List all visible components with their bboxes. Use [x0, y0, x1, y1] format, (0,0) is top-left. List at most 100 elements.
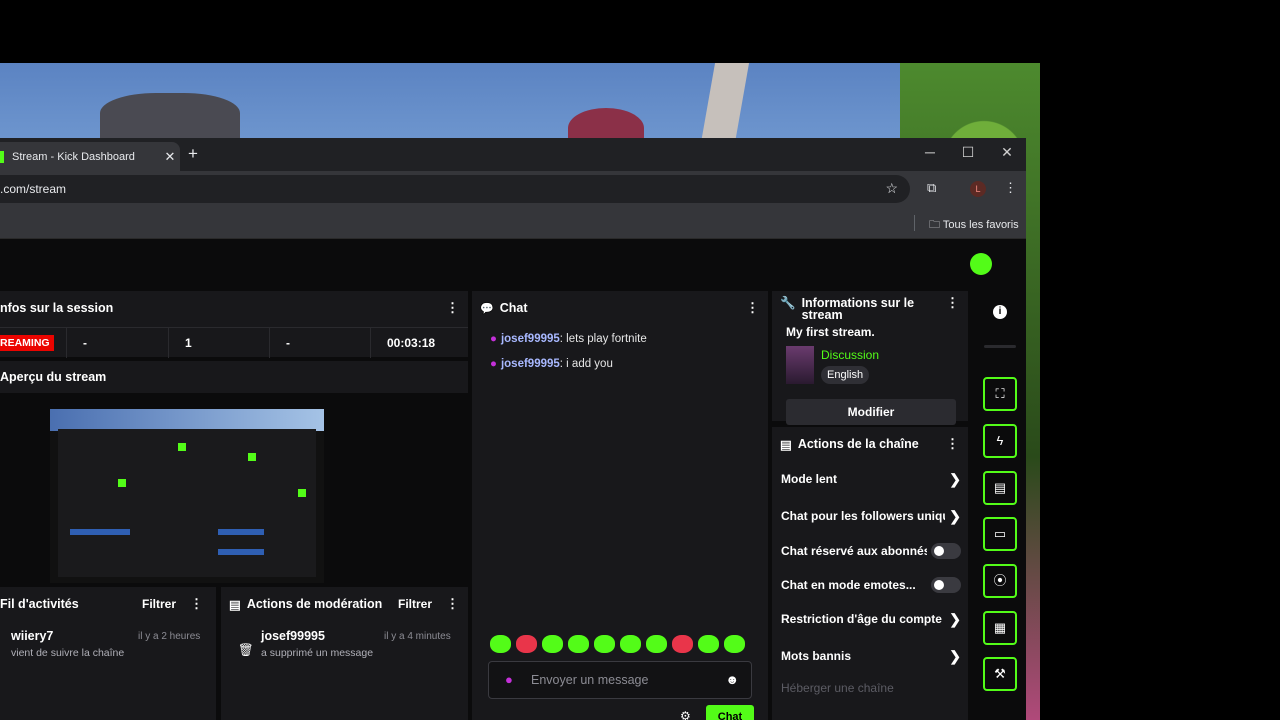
new-tab-icon[interactable]: +: [188, 144, 198, 164]
chat-bubble-rail-icon[interactable]: ▭: [983, 517, 1017, 551]
mic-badge-icon: ●: [490, 358, 497, 370]
action-emote-mode: Chat en mode emotes...: [781, 575, 961, 595]
emote-bar: [490, 635, 745, 653]
chevron-right-icon: ❯: [949, 647, 961, 664]
emote-icon[interactable]: [698, 635, 719, 653]
session-menu-icon[interactable]: ⋮: [446, 300, 459, 316]
activity-user[interactable]: wiiery7: [11, 629, 53, 643]
bookmark-star-icon[interactable]: ☆: [885, 180, 898, 197]
stat-viewers: -: [67, 328, 169, 358]
chat-menu-icon[interactable]: ⋮: [746, 300, 759, 316]
close-tab-icon[interactable]: ✕: [160, 149, 180, 165]
stream-info-menu-icon[interactable]: ⋮: [946, 296, 959, 309]
preview-sky: [50, 409, 324, 431]
activity-title: Fil d'activités: [0, 597, 79, 611]
chat-send-button[interactable]: Chat: [706, 705, 754, 720]
browser-menu-icon[interactable]: ⋮: [1004, 180, 1017, 196]
close-window-icon[interactable]: ✕: [997, 144, 1017, 161]
channel-actions-menu-icon[interactable]: ⋮: [946, 436, 959, 452]
wallpaper-boat: [100, 93, 240, 143]
stream-status: REAMING: [0, 328, 67, 358]
browser-tab[interactable]: Stream - Kick Dashboard ✕: [0, 142, 180, 171]
moderation-filter-button[interactable]: Filtrer: [398, 597, 432, 611]
wrench-rail-icon[interactable]: ⚒: [983, 657, 1017, 691]
all-bookmarks-folder[interactable]: 🗀 Tous les favoris: [929, 216, 1019, 235]
action-banned-words[interactable]: Mots bannis ❯: [781, 646, 961, 666]
bookmarks-bar: 🗀 Tous les favoris: [0, 207, 1026, 239]
session-info-title: nfos sur la session: [0, 301, 114, 315]
moderation-user[interactable]: josef99995: [261, 629, 325, 643]
stream-preview-image: [50, 409, 324, 583]
layout-icon[interactable]: ▦: [983, 611, 1017, 645]
edit-stream-button[interactable]: Modifier: [786, 399, 956, 425]
chat-title: Chat: [499, 301, 528, 315]
chat-username[interactable]: josef99995: [501, 358, 560, 370]
emote-icon[interactable]: [724, 635, 745, 653]
subscribers-only-toggle[interactable]: [931, 543, 961, 559]
action-followers-only[interactable]: Chat pour les followers uniquement ❯: [781, 506, 961, 526]
chat-username[interactable]: josef99995: [501, 333, 560, 345]
chat-message-input[interactable]: ● Envoyer un message ☻: [488, 661, 752, 699]
screen-capture-icon[interactable]: ⛶: [983, 377, 1017, 411]
tab-strip: Stream - Kick Dashboard ✕ + ─ ☐ ✕: [0, 138, 1026, 171]
session-stats: REAMING - 1 - 00:03:18: [0, 327, 468, 358]
stream-title: My first stream.: [786, 325, 875, 339]
trash-icon: 🗑: [238, 643, 254, 657]
emote-icon[interactable]: [646, 635, 667, 653]
notes-icon[interactable]: ▤: [983, 471, 1017, 505]
action-label: Mots bannis: [781, 649, 852, 663]
info-icon[interactable]: i: [993, 305, 1007, 319]
activity-menu-icon[interactable]: ⋮: [190, 596, 203, 612]
emote-icon[interactable]: [490, 635, 511, 653]
action-age-restriction[interactable]: Restriction d'âge du compte ❯: [781, 609, 961, 629]
emote-icon[interactable]: [568, 635, 589, 653]
category-thumbnail: [786, 346, 814, 384]
channel-actions-icon: ▤: [780, 437, 792, 452]
stat-subs: -: [270, 328, 371, 358]
emote-icon[interactable]: [672, 635, 693, 653]
moderation-actions-panel: ▤ Actions de modération Filtrer ⋮ 🗑 jose…: [221, 587, 468, 720]
chevron-right-icon: ❯: [949, 507, 961, 524]
kick-dashboard: nfos sur la session ⋮ REAMING - 1 - 00:0…: [0, 239, 1026, 720]
moderation-title: Actions de modération: [246, 597, 383, 611]
chat-settings-gear-icon[interactable]: ⚙: [680, 709, 691, 720]
maximize-icon[interactable]: ☐: [958, 144, 978, 161]
stat-followers: 1: [169, 328, 270, 358]
address-bar[interactable]: .com/stream ☆: [0, 175, 910, 203]
chat-panel: 💬 Chat ⋮ ● josef99995: lets play fortnite…: [472, 291, 768, 720]
emote-icon[interactable]: [542, 635, 563, 653]
emote-mode-toggle[interactable]: [931, 577, 961, 593]
extensions-icon[interactable]: ⧉: [927, 180, 936, 196]
action-label: Chat en mode emotes...: [781, 578, 916, 592]
moderation-menu-icon[interactable]: ⋮: [446, 596, 459, 612]
preview-bar: [218, 529, 264, 535]
preview-mark: [118, 479, 126, 487]
wallpaper-tower: [700, 63, 750, 143]
activity-desc: vient de suivre la chaîne: [11, 647, 125, 659]
action-slow-mode[interactable]: Mode lent ❯: [781, 469, 961, 489]
stream-info-title: Informations sur le stream: [801, 296, 915, 322]
emote-icon[interactable]: [594, 635, 615, 653]
emote-icon[interactable]: [620, 635, 641, 653]
emoji-picker-icon[interactable]: ☻: [725, 672, 739, 687]
minimize-icon[interactable]: ─: [920, 144, 940, 160]
language-tag: English: [821, 366, 870, 384]
broadcast-icon[interactable]: ⦿: [983, 564, 1017, 598]
dashboard-topbar: [0, 239, 1026, 289]
chat-input-placeholder: Envoyer un message: [531, 673, 649, 687]
activity-filter-button[interactable]: Filtrer: [142, 597, 176, 611]
tab-title: Stream - Kick Dashboard: [12, 150, 135, 163]
activity-time: il y a 2 heures: [138, 631, 201, 642]
channel-actions-panel: ▤ Actions de la chaîne ⋮ Mode lent ❯ Cha…: [772, 427, 968, 720]
stream-category[interactable]: Discussion: [821, 348, 879, 362]
lightning-icon[interactable]: ϟ: [983, 424, 1017, 458]
action-label: Mode lent: [781, 472, 837, 486]
profile-avatar[interactable]: L: [970, 181, 986, 197]
wrench-icon: 🔧: [780, 296, 796, 310]
action-host-channel[interactable]: Héberger une chaîne: [781, 678, 961, 698]
emote-icon[interactable]: [516, 635, 537, 653]
moderation-desc: a supprimé un message: [261, 647, 374, 659]
kick-logo-icon[interactable]: [970, 253, 992, 275]
action-subscribers-only: Chat réservé aux abonnés: [781, 541, 961, 561]
moderation-list-icon: ▤: [229, 597, 241, 612]
